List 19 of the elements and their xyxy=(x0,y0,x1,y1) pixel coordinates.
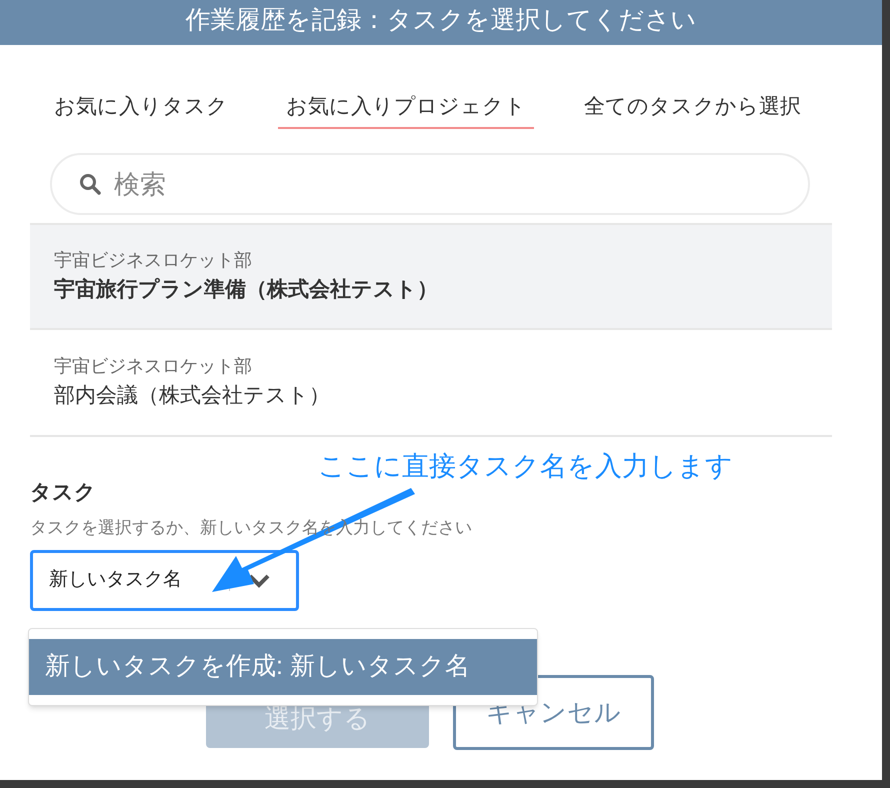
project-group: 宇宙ビジネスロケット部 xyxy=(54,247,808,274)
project-name: 部内会議（株式会社テスト） xyxy=(54,383,331,410)
tab[interactable]: 全てのタスクから選択 xyxy=(576,91,809,129)
dropdown-option[interactable]: 新しいタスクを作成: 新しいタスク名 xyxy=(29,639,537,695)
tab[interactable]: お気に入りタスク xyxy=(46,91,236,129)
dialog-title: 作業履歴を記録：タスクを選択してください xyxy=(0,0,882,45)
project-group: 宇宙ビジネスロケット部 xyxy=(54,353,808,380)
annotation-text: ここに直接タスク名を入力します xyxy=(318,450,733,483)
tab[interactable]: お気に入りプロジェクト xyxy=(278,91,534,129)
select-value: 新しいタスク名 xyxy=(49,568,183,592)
project-item[interactable]: 宇宙ビジネスロケット部 宇宙旅行プラン準備（株式会社テスト） xyxy=(30,223,832,330)
search-icon xyxy=(78,172,102,196)
task-label: タスク xyxy=(30,480,96,506)
project-name: 宇宙旅行プラン準備（株式会社テスト） xyxy=(54,276,439,304)
chevron-down-icon xyxy=(248,574,270,588)
project-item[interactable]: 宇宙ビジネスロケット部 部内会議（株式会社テスト） xyxy=(30,330,832,437)
search-field[interactable]: 検索 xyxy=(50,153,810,215)
task-select[interactable]: 新しいタスク名 xyxy=(30,550,299,611)
search-input[interactable]: 検索 xyxy=(114,164,782,204)
